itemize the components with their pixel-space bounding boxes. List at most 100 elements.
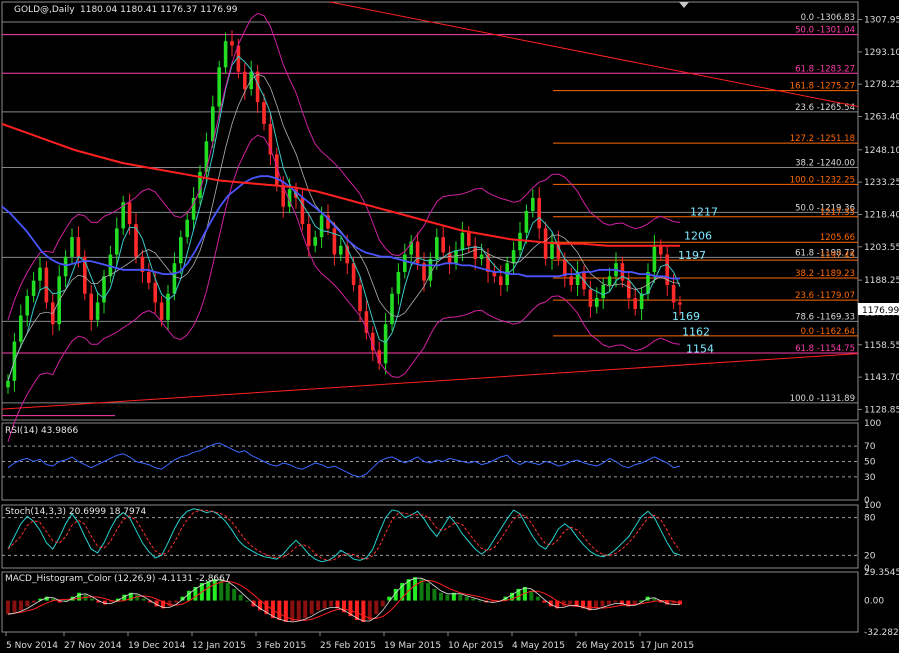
price-tick-label: 1248.10 bbox=[864, 146, 899, 156]
macd-histogram-bar bbox=[232, 588, 237, 601]
chart-window: 0.0 -1306.83 50.0 -1301.04 61.8 -1283.27 16… bbox=[0, 0, 899, 653]
level-annotation: 1162 bbox=[682, 325, 710, 338]
price-ma-fast bbox=[7, 55, 681, 381]
x-tick-label: 5 Nov 2014 bbox=[6, 641, 58, 651]
fib-level-label: 0.0 -1162.64 bbox=[801, 327, 855, 337]
fib-level-label: 38.2 -1240.00 bbox=[795, 158, 855, 168]
x-tick-label: 17 Jun 2015 bbox=[640, 641, 694, 651]
price-candle bbox=[511, 250, 516, 264]
price-candle bbox=[159, 302, 164, 320]
fib-level-label: 100.0 -1131.89 bbox=[790, 394, 855, 404]
price-candle bbox=[383, 324, 388, 364]
price-candle bbox=[633, 298, 637, 309]
price-candle bbox=[627, 280, 631, 299]
macd-histogram-bar bbox=[374, 600, 379, 615]
price-candle bbox=[6, 380, 10, 388]
price-candle bbox=[204, 141, 209, 172]
price-tick-label: 1218.40 bbox=[864, 210, 899, 220]
price-tick-label: 1143.70 bbox=[864, 373, 899, 383]
price-candle bbox=[441, 237, 445, 253]
price-candle bbox=[396, 271, 401, 294]
stoch-label: Stoch(14,3,3) 20.6999 18.7974 bbox=[5, 507, 146, 517]
rsi-tick-label: 100 bbox=[864, 419, 881, 429]
macd-histogram-bar bbox=[25, 600, 30, 607]
level-annotation: 1197 bbox=[678, 249, 706, 262]
price-candle bbox=[332, 228, 337, 255]
price-candle bbox=[678, 302, 682, 305]
macd-histogram-bar bbox=[31, 600, 36, 603]
macd-histogram-bar bbox=[432, 588, 437, 601]
price-candle bbox=[652, 245, 657, 272]
price-candle bbox=[319, 215, 324, 238]
price-candle bbox=[671, 285, 676, 303]
price-candle bbox=[230, 41, 234, 46]
x-tick-label: 19 Mar 2015 bbox=[384, 641, 441, 651]
price-candle bbox=[479, 254, 484, 259]
macd-histogram-bar bbox=[438, 592, 443, 601]
price-candle bbox=[339, 245, 343, 255]
macd-histogram-bar bbox=[277, 600, 282, 621]
price-candle bbox=[243, 71, 247, 90]
bollinger-lower bbox=[7, 134, 681, 442]
price-candle bbox=[89, 293, 93, 320]
price-candle bbox=[364, 311, 369, 333]
price-candle bbox=[454, 250, 458, 264]
price-candle bbox=[147, 271, 151, 283]
stoch-tick-label: 100 bbox=[864, 501, 881, 511]
level-annotation: 1154 bbox=[686, 343, 714, 356]
ohlc-label: 1180.04 1180.41 1176.37 1176.99 bbox=[80, 5, 238, 15]
x-tick-label: 27 Nov 2014 bbox=[64, 641, 122, 651]
macd-histogram-bar bbox=[238, 594, 243, 601]
macd-tick-label: -32.2827 bbox=[864, 628, 899, 638]
macd-histogram-bar bbox=[652, 598, 657, 601]
level-annotation: 1169 bbox=[672, 310, 700, 323]
price-candle bbox=[249, 71, 253, 90]
macd-histogram-bar bbox=[380, 600, 385, 607]
price-candle bbox=[262, 102, 266, 124]
fib-level-label: 61.8 -1283.27 bbox=[795, 64, 855, 74]
macd-histogram-bar bbox=[174, 600, 178, 603]
price-candle bbox=[531, 197, 535, 211]
macd-histogram-bar bbox=[568, 600, 573, 605]
macd-histogram-bar bbox=[245, 600, 250, 602]
macd-signal-line bbox=[7, 579, 681, 621]
price-candle bbox=[25, 295, 29, 316]
price-tick-label: 1263.40 bbox=[864, 113, 899, 123]
macd-label: MACD_Histogram_Color (12,26,9) -4.1131 -… bbox=[5, 574, 231, 584]
fib-level-label: 161.8 -1275.27 bbox=[790, 82, 855, 92]
macd-histogram-bar bbox=[316, 600, 321, 611]
price-candle bbox=[166, 293, 170, 320]
price-candle bbox=[19, 315, 23, 342]
macd-histogram-bar bbox=[322, 600, 327, 609]
price-ma-1 bbox=[1, 122, 680, 247]
price-candle bbox=[281, 184, 285, 207]
price-tick-label: 1293.10 bbox=[864, 48, 899, 58]
chart-svg: 0.0 -1306.83 50.0 -1301.04 61.8 -1283.27 16… bbox=[1, 1, 899, 651]
chart-shift-icon[interactable] bbox=[679, 2, 689, 8]
price-candle bbox=[390, 293, 394, 325]
rsi-label: RSI(14) 43.9866 bbox=[5, 426, 78, 436]
price-candle bbox=[543, 228, 548, 259]
price-candle bbox=[467, 232, 471, 246]
price-candle bbox=[31, 280, 36, 296]
price-candle bbox=[70, 237, 74, 257]
price-tick-label: 1188.25 bbox=[864, 276, 899, 286]
price-candle bbox=[307, 224, 311, 246]
price-candle bbox=[403, 254, 407, 272]
price-candle bbox=[134, 224, 138, 257]
macd-histogram-bar bbox=[90, 598, 94, 601]
price-candle bbox=[460, 232, 465, 251]
level-annotation: 1206 bbox=[684, 229, 712, 242]
x-tick-label: 26 May 2015 bbox=[576, 641, 635, 651]
x-tick-label: 10 Apr 2015 bbox=[448, 641, 504, 651]
fib-level-label: 127.2 -1251.18 bbox=[790, 134, 855, 144]
macd-histogram-bar bbox=[445, 594, 450, 601]
price-candle bbox=[428, 258, 433, 281]
price-candle bbox=[76, 237, 81, 257]
macd-histogram-bar bbox=[361, 600, 366, 622]
macd-histogram-bar bbox=[613, 600, 618, 603]
macd-histogram-bar bbox=[535, 596, 540, 601]
fib-level-label: 0.0 -1306.83 bbox=[801, 13, 855, 23]
rsi-tick-label: 70 bbox=[864, 442, 876, 452]
macd-histogram-bar bbox=[471, 598, 476, 601]
